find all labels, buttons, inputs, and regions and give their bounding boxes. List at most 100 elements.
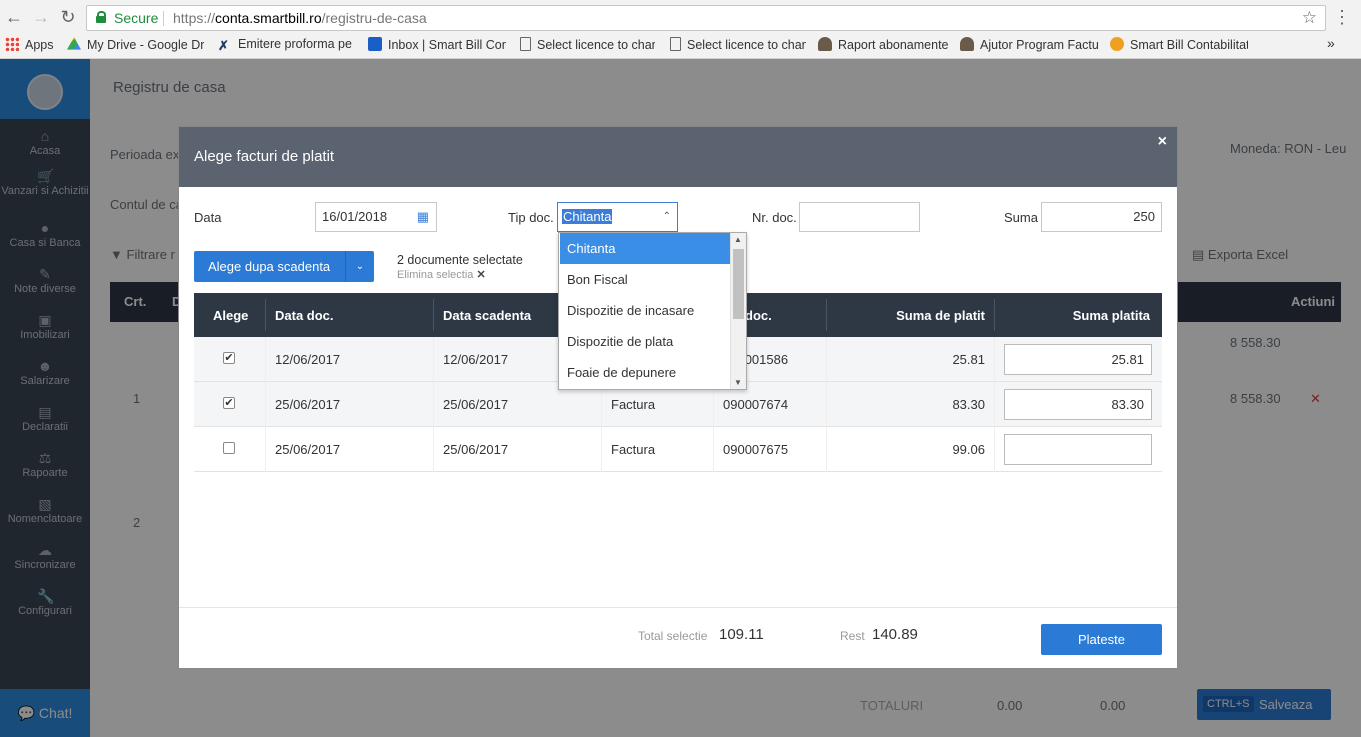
option-foaie-depunere[interactable]: Foaie de depunere <box>560 357 730 388</box>
apps-grid-icon <box>5 37 19 51</box>
row-separator <box>265 337 266 382</box>
bookmark-star-icon[interactable]: ☆ <box>1302 8 1317 28</box>
bookmark-label: My Drive - Google Dr <box>87 38 204 52</box>
cell-nr-doc: 090007675 <box>723 442 789 457</box>
inbox-icon <box>368 37 382 51</box>
row-checkbox[interactable]: ✔ <box>223 397 235 409</box>
elimina-selectia-link[interactable]: Elimina selectia ✕ <box>397 268 486 281</box>
col-separator <box>433 299 434 331</box>
cell-data-doc: 12/06/2017 <box>275 352 341 367</box>
row-separator <box>433 337 434 382</box>
dropdown-scrollbar[interactable]: ▲ ▼ <box>730 233 746 389</box>
cell-nr-doc: 090007674 <box>723 397 789 412</box>
forward-icon[interactable]: → <box>30 6 52 28</box>
col-suma-platita: Suma platita <box>1072 308 1150 323</box>
col-separator <box>826 299 827 331</box>
bookmark-label: Smart Bill Contabilitat <box>1130 38 1248 52</box>
cell-tip: Factura <box>611 442 656 457</box>
bookmarks-overflow-icon[interactable]: » <box>1327 35 1335 51</box>
cell-suma-de-platit: 99.06 <box>952 442 985 457</box>
url-path: /registru-de-casa <box>321 10 427 26</box>
row-checkbox[interactable]: ✔ <box>223 352 235 364</box>
option-chitanta[interactable]: Chitanta <box>560 233 730 264</box>
col-data-doc: Data doc. <box>275 308 334 323</box>
bookmark-label: Select licence to chan <box>687 38 806 52</box>
cell-suma-de-platit: 25.81 <box>952 352 985 367</box>
tipdoc-select[interactable]: Chitanta ⌃ <box>557 202 678 232</box>
scroll-up-icon[interactable]: ▲ <box>734 235 742 244</box>
tipdoc-label: Tip doc. <box>508 210 554 225</box>
bookmark-label: Select licence to chan <box>537 38 655 52</box>
close-icon[interactable]: × <box>1158 133 1167 151</box>
bookmark-apps[interactable]: Apps <box>5 37 60 52</box>
suma-label: Suma <box>1004 210 1038 225</box>
calendar-icon[interactable]: ▦ <box>417 203 429 231</box>
bookmark-licence-1[interactable]: Select licence to chan <box>520 37 655 52</box>
bookmark-emitere[interactable]: ✗ Emitere proforma pe <box>218 37 355 53</box>
data-field[interactable]: 16/01/2018 ▦ <box>315 202 437 232</box>
row-separator <box>994 337 995 382</box>
row-checkbox[interactable] <box>223 442 235 454</box>
nrdoc-field[interactable] <box>799 202 920 232</box>
tipdoc-dropdown-list[interactable]: Chitanta Bon Fiscal Dispozitie de incasa… <box>558 232 747 390</box>
cell-tip: Factura <box>611 397 656 412</box>
row-separator <box>713 427 714 472</box>
url-host: conta.smartbill.ro <box>215 10 322 26</box>
tipdoc-selected-value: Chitanta <box>562 209 613 224</box>
bookmark-raport[interactable]: Raport abonamente <box>818 37 950 52</box>
chevron-down-icon[interactable]: ⌄ <box>345 251 374 282</box>
option-dispozitie-incasare[interactable]: Dispozitie de incasare <box>560 295 730 326</box>
browser-menu-icon[interactable]: ⋮ <box>1333 8 1351 26</box>
alege-button-label: Alege dupa scadenta <box>208 259 331 274</box>
bookmark-inbox[interactable]: Inbox | Smart Bill Con <box>368 37 506 52</box>
url-text[interactable]: https://conta.smartbill.ro/registru-de-c… <box>173 10 427 26</box>
bookmark-ajutor[interactable]: Ajutor Program Factu <box>960 37 1098 52</box>
bookmark-my-drive[interactable]: My Drive - Google Dr <box>67 37 204 52</box>
option-dispozitie-plata[interactable]: Dispozitie de plata <box>560 326 730 357</box>
page-icon <box>520 37 531 51</box>
row-separator <box>826 427 827 472</box>
row-separator <box>994 382 995 427</box>
scroll-down-icon[interactable]: ▼ <box>734 378 742 387</box>
row-separator <box>433 382 434 427</box>
modal-header: Alege facturi de platit × <box>179 127 1177 187</box>
reload-icon[interactable]: ↻ <box>57 6 79 28</box>
drive-icon <box>67 37 81 50</box>
documents-selected-text: 2 documente selectate <box>397 253 523 267</box>
col-data-scadenta: Data scadenta <box>443 308 532 323</box>
clear-icon: ✕ <box>476 269 486 281</box>
address-bar[interactable]: Secure https://conta.smartbill.ro/regist… <box>86 5 1326 31</box>
cell-data-scadenta: 25/06/2017 <box>443 397 509 412</box>
row-separator <box>433 427 434 472</box>
col-separator <box>994 299 995 331</box>
rest-value: 140.89 <box>872 626 918 643</box>
modal-title: Alege facturi de platit <box>194 148 335 165</box>
col-alege: Alege <box>213 308 249 323</box>
data-value: 16/01/2018 <box>322 209 388 224</box>
alege-dupa-scadenta-button[interactable]: Alege dupa scadenta ⌄ <box>194 251 374 282</box>
suma-platita-input[interactable]: 83.30 <box>1004 389 1152 420</box>
scrollbar-thumb[interactable] <box>733 249 744 319</box>
data-label: Data <box>194 210 222 225</box>
suma-platita-input[interactable]: 25.81 <box>1004 344 1152 375</box>
suma-platita-input[interactable] <box>1004 434 1152 465</box>
tools-icon: ✗ <box>218 38 229 53</box>
row-separator <box>994 427 995 472</box>
row-separator <box>826 337 827 382</box>
back-icon[interactable]: ← <box>3 6 25 28</box>
bookmark-label: Apps <box>25 38 54 52</box>
cell-data-doc: 25/06/2017 <box>275 442 341 457</box>
col-suma-de-platit: Suma de platit <box>896 308 985 323</box>
bookmark-label: Raport abonamente <box>838 38 949 52</box>
bookmark-licence-2[interactable]: Select licence to chan <box>670 37 806 52</box>
plateste-button[interactable]: Plateste <box>1041 624 1162 655</box>
secure-label: Secure <box>114 10 159 26</box>
row-separator <box>826 382 827 427</box>
bookmarks-bar: Apps My Drive - Google Dr ✗ Emitere profo… <box>0 34 1361 56</box>
cell-data-scadenta: 25/06/2017 <box>443 442 509 457</box>
col-nr-doc: doc. <box>745 308 772 323</box>
option-bon-fiscal[interactable]: Bon Fiscal <box>560 264 730 295</box>
suma-field[interactable]: 250 <box>1041 202 1162 232</box>
bookmark-smartbill[interactable]: Smart Bill Contabilitat <box>1110 37 1248 52</box>
cell-data-scadenta: 12/06/2017 <box>443 352 509 367</box>
